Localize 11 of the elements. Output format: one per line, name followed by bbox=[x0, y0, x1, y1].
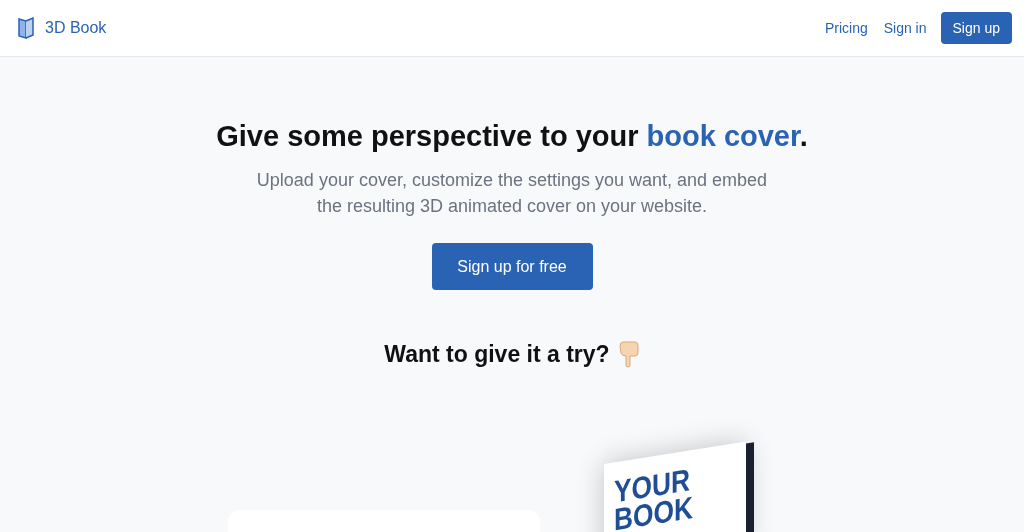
cover-title: YOUR BOOK bbox=[614, 461, 695, 532]
nav-link[interactable]: Pricing bbox=[822, 16, 870, 40]
demo-heading: Want to give it a try? bbox=[384, 340, 610, 368]
nav-link[interactable]: Sign in bbox=[881, 16, 929, 40]
cta-button[interactable]: Sign up for free bbox=[431, 243, 593, 290]
brand-name[interactable]: 3D Book bbox=[45, 19, 107, 37]
hand-pointing-down-icon bbox=[617, 340, 640, 368]
hero-subtitle: Upload your cover, customize the settings you want, and embed the resulting 3D animated cover on your website. bbox=[255, 169, 769, 218]
sign-up-button[interactable]: Sign up bbox=[940, 12, 1012, 44]
hero-heading: Give some perspective to your book cover. bbox=[216, 120, 808, 153]
book-icon bbox=[17, 17, 35, 39]
